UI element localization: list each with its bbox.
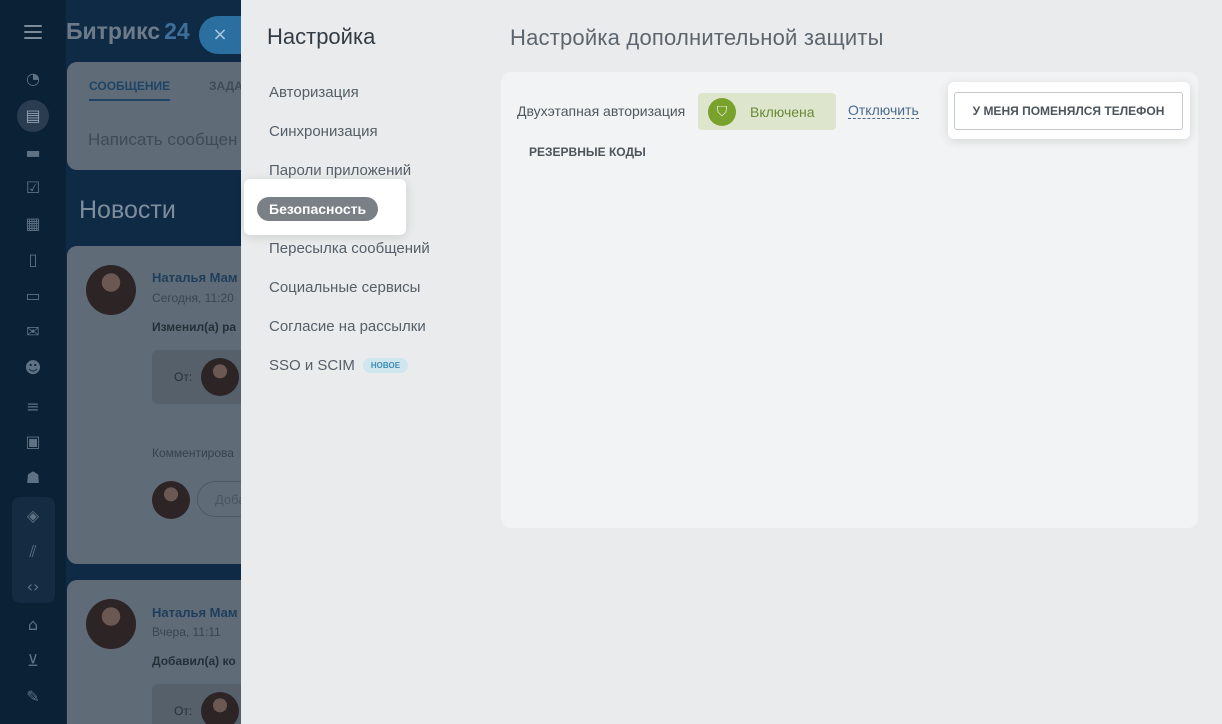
- post-action: Изменил(а) ра: [152, 320, 237, 334]
- post-time: Вчера, 11:11: [152, 625, 221, 639]
- news-title: Новости: [79, 196, 176, 224]
- from-label: От:: [174, 704, 193, 718]
- twofa-label: Двухэтапная авторизация: [517, 103, 686, 119]
- logo-text: Битрикс: [66, 18, 161, 44]
- menu-icon[interactable]: [24, 25, 42, 39]
- tasks-icon[interactable]: ☑: [21, 176, 45, 200]
- robot-icon[interactable]: ☗: [21, 466, 45, 490]
- menu-item-authorization[interactable]: Авторизация: [269, 84, 359, 101]
- close-icon: ×: [212, 24, 228, 45]
- security-title: Настройка дополнительной защиты: [510, 25, 884, 50]
- contacts-icon[interactable]: ▣: [21, 430, 45, 454]
- news-post: Наталья Мам Вчера, 11:11 Добавил(а) ко О…: [67, 580, 267, 724]
- marketing-icon[interactable]: ⫽: [21, 540, 45, 564]
- logo-number: 24: [164, 18, 190, 44]
- calendar-icon[interactable]: ▦: [21, 212, 45, 236]
- security-card: Двухэтапная авторизация ⛉ Включена Отклю…: [501, 72, 1198, 528]
- portal-logo[interactable]: Битрикс 24: [66, 18, 190, 45]
- mail-icon[interactable]: ✉: [21, 320, 45, 344]
- news-post: Наталья Мам Сегодня, 11:20 Изменил(а) ра…: [67, 246, 267, 564]
- shield-icon: ⛉: [708, 98, 736, 126]
- backup-codes-heading[interactable]: РЕЗЕРВНЫЕ КОДЫ: [529, 145, 646, 159]
- drive-icon[interactable]: ▭: [21, 284, 45, 308]
- chat-icon[interactable]: ▬: [21, 141, 45, 165]
- status-text: Включена: [750, 104, 815, 120]
- menu-item-app-passwords[interactable]: Пароли приложений: [269, 162, 411, 179]
- avatar: [152, 481, 190, 519]
- sign-icon[interactable]: ✎: [21, 685, 45, 709]
- menu-item-sync[interactable]: Синхронизация: [269, 123, 378, 140]
- post-author[interactable]: Наталья Мам: [152, 270, 238, 285]
- menu-item-social[interactable]: Социальные сервисы: [269, 279, 420, 296]
- tab-task[interactable]: ЗАДА: [209, 79, 243, 93]
- close-slider-button[interactable]: ×: [199, 16, 241, 54]
- phone-changed-button[interactable]: У МЕНЯ ПОМЕНЯЛСЯ ТЕЛЕФОН: [954, 92, 1183, 130]
- post-author[interactable]: Наталья Мам: [152, 605, 238, 620]
- left-nav-rail: ◔ ▤ ▬ ☑ ▦ ▯ ▭ ✉ ☻ ≡ ▣ ☗ ◈ ⫽ ‹› ⌂ ⊻ ✎: [0, 0, 66, 724]
- menu-item-sso[interactable]: SSO и SCIM НОВОЕ: [269, 357, 409, 374]
- groups-icon[interactable]: ☻: [21, 356, 45, 380]
- chart-icon[interactable]: ◔: [21, 67, 45, 91]
- phone-button-highlight: У МЕНЯ ПОМЕНЯЛСЯ ТЕЛЕФОН: [948, 82, 1190, 139]
- box-icon[interactable]: ◈: [21, 504, 45, 528]
- docs-icon[interactable]: ▯: [21, 248, 45, 272]
- sso-label: SSO и SCIM: [269, 357, 355, 374]
- crm-icon[interactable]: ≡: [21, 395, 45, 419]
- post-composer: СООБЩЕНИЕ ЗАДА Написать сообщен: [67, 62, 267, 170]
- post-time: Сегодня, 11:20: [152, 291, 234, 305]
- dev-icon[interactable]: ‹›: [21, 575, 45, 599]
- cart-icon[interactable]: ⊻: [21, 649, 45, 673]
- new-badge: НОВОЕ: [362, 358, 409, 373]
- bank-icon[interactable]: ⌂: [21, 613, 45, 637]
- menu-item-security[interactable]: Безопасность: [244, 179, 406, 235]
- avatar[interactable]: [201, 692, 239, 724]
- security-pill: Безопасность: [257, 197, 379, 221]
- avatar[interactable]: [86, 599, 136, 649]
- avatar[interactable]: [201, 358, 239, 396]
- avatar[interactable]: [86, 265, 136, 315]
- feed-icon[interactable]: ▤: [17, 100, 49, 132]
- from-label: От:: [174, 370, 193, 384]
- menu-item-consent[interactable]: Согласие на рассылки: [269, 318, 426, 335]
- twofa-status: ⛉ Включена: [698, 93, 836, 130]
- post-action: Добавил(а) ко: [152, 654, 236, 668]
- menu-item-forwarding[interactable]: Пересылка сообщений: [269, 240, 430, 257]
- comment-label: Комментирова: [152, 446, 234, 460]
- composer-input[interactable]: Написать сообщен: [88, 130, 237, 150]
- tab-message[interactable]: СООБЩЕНИЕ: [89, 79, 171, 101]
- settings-title: Настройка: [267, 24, 376, 49]
- disable-link[interactable]: Отключить: [848, 102, 919, 119]
